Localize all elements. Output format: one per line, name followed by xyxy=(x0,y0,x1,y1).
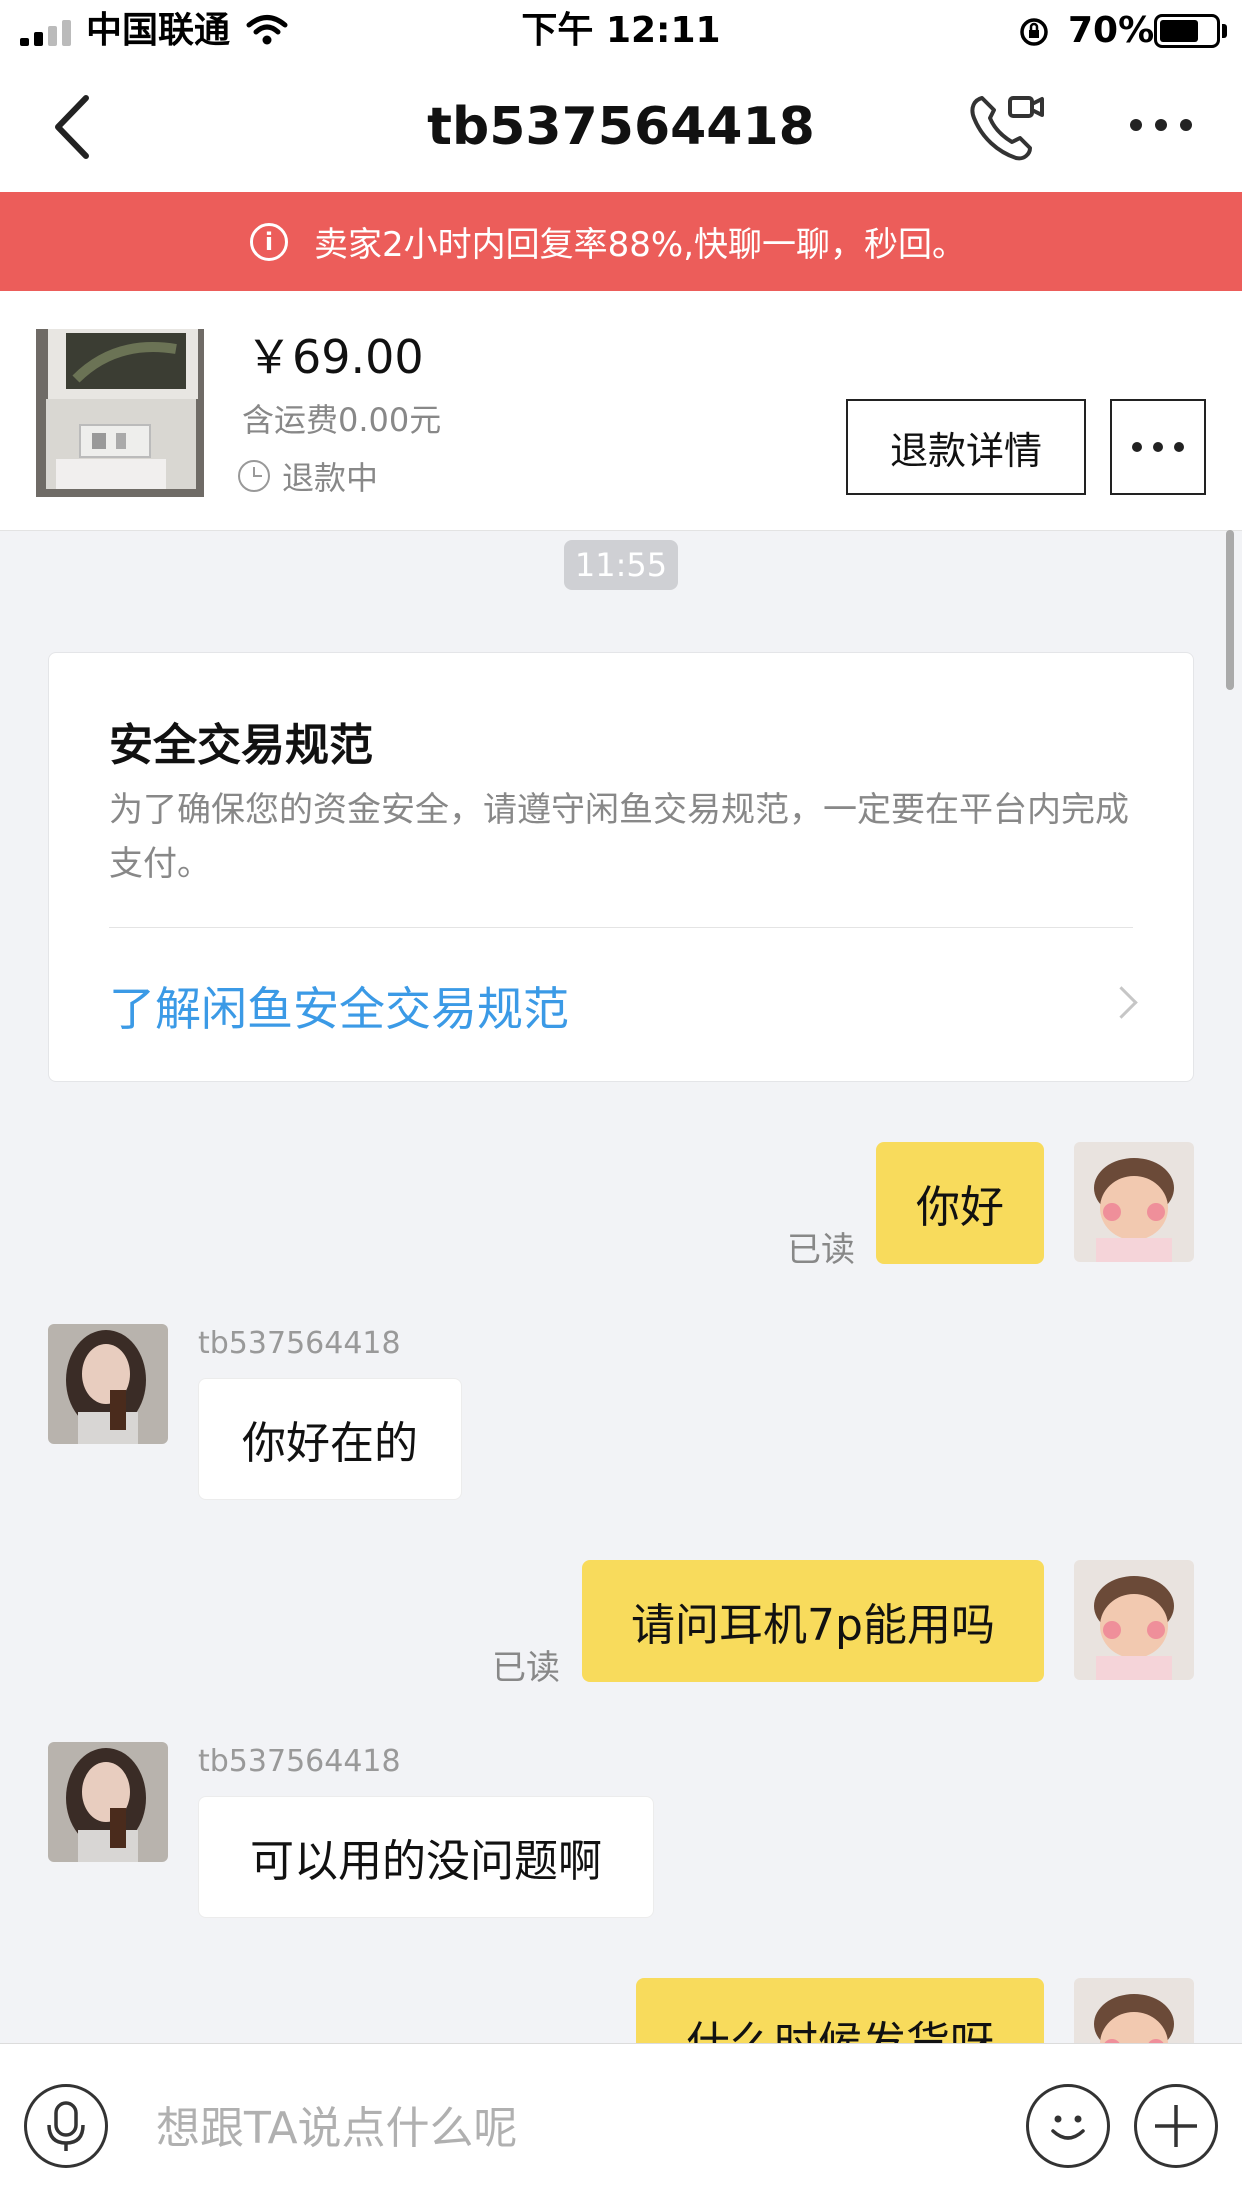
plus-icon xyxy=(1155,2105,1197,2147)
smiley-icon xyxy=(1051,2115,1085,2140)
product-bar[interactable]: ￥69.00 含运费0.00元 退款中 退款详情 xyxy=(0,291,1242,531)
seller-avatar-image xyxy=(48,1742,168,1862)
input-bar: 想跟TA说点什么呢 xyxy=(0,2043,1242,2209)
my-avatar[interactable] xyxy=(1074,1978,1194,2043)
banner-text: 卖家2小时内回复率88%,快聊一聊，秒回。 xyxy=(314,225,967,265)
product-thumbnail[interactable] xyxy=(36,329,204,497)
more-dots-icon xyxy=(1132,442,1184,452)
baby-avatar-image xyxy=(1074,1978,1194,2043)
read-receipt: 已读 xyxy=(787,1230,855,1270)
partial-message-row: 什么时候发货呀 xyxy=(0,1978,1242,2043)
status-bar: 中国联通 下午 12:11 70% xyxy=(0,0,1242,62)
emoji-button[interactable] xyxy=(1026,2084,1110,2168)
reply-rate-banner: i 卖家2小时内回复率88%,快聊一聊，秒回。 xyxy=(0,192,1242,291)
seller-message-bubble[interactable]: 可以用的没问题啊 xyxy=(198,1796,654,1918)
more-dots-icon[interactable] xyxy=(1128,114,1194,136)
scrollbar[interactable] xyxy=(1226,530,1234,690)
info-icon: i xyxy=(250,222,288,261)
voice-button[interactable] xyxy=(24,2084,108,2168)
rotation-lock-icon xyxy=(1020,18,1048,46)
seller-message-bubble[interactable]: 你好在的 xyxy=(198,1378,462,1500)
nav-bar: tb537564418 xyxy=(0,62,1242,192)
chevron-right-icon[interactable] xyxy=(1105,986,1138,1019)
sender-name: tb537564418 xyxy=(198,1326,401,1361)
message-timestamp: 11:55 xyxy=(564,540,678,590)
shipping-fee: 含运费0.00元 xyxy=(242,401,442,439)
my-avatar[interactable] xyxy=(1074,1560,1194,1680)
safety-rules-link[interactable]: 了解闲鱼安全交易规范 xyxy=(109,973,569,1039)
baby-avatar-image xyxy=(1074,1142,1194,1262)
battery-cap xyxy=(1222,24,1227,38)
add-attachment-button[interactable] xyxy=(1134,2084,1218,2168)
my-message-bubble[interactable]: 什么时候发货呀 xyxy=(636,1978,1044,2043)
order-status-text: 退款中 xyxy=(282,459,379,497)
read-receipt: 已读 xyxy=(492,1648,560,1688)
microphone-icon xyxy=(47,2101,85,2151)
seller-avatar[interactable] xyxy=(48,1742,168,1862)
battery-icon xyxy=(1154,14,1220,48)
product-price: ￥69.00 xyxy=(246,330,424,384)
safety-notice-card: 安全交易规范 为了确保您的资金安全，请遵守闲鱼交易规范，一定要在平台内完成支付。… xyxy=(48,652,1194,1082)
my-message-bubble[interactable]: 你好 xyxy=(876,1142,1044,1264)
my-avatar[interactable] xyxy=(1074,1142,1194,1262)
product-more-button[interactable] xyxy=(1110,399,1206,495)
seller-avatar-image xyxy=(48,1324,168,1444)
card-title: 安全交易规范 xyxy=(109,720,373,771)
my-message-bubble[interactable]: 请问耳机7p能用吗 xyxy=(582,1560,1044,1682)
chat-title: tb537564418 xyxy=(427,97,815,157)
refund-details-button[interactable]: 退款详情 xyxy=(846,399,1086,495)
order-status: 退款中 xyxy=(238,453,378,499)
seller-avatar[interactable] xyxy=(48,1324,168,1444)
clock-icon xyxy=(238,460,270,492)
clock-time: 下午 12:11 xyxy=(521,10,721,51)
battery-percent: 70% xyxy=(1068,10,1155,51)
card-divider xyxy=(109,927,1133,928)
sender-name: tb537564418 xyxy=(198,1744,401,1779)
card-body: 为了确保您的资金安全，请遵守闲鱼交易规范，一定要在平台内完成支付。 xyxy=(109,790,1129,884)
message-input[interactable]: 想跟TA说点什么呢 xyxy=(156,2092,518,2156)
baby-avatar-image xyxy=(1074,1560,1194,1680)
video-call-icon[interactable] xyxy=(968,90,1046,164)
